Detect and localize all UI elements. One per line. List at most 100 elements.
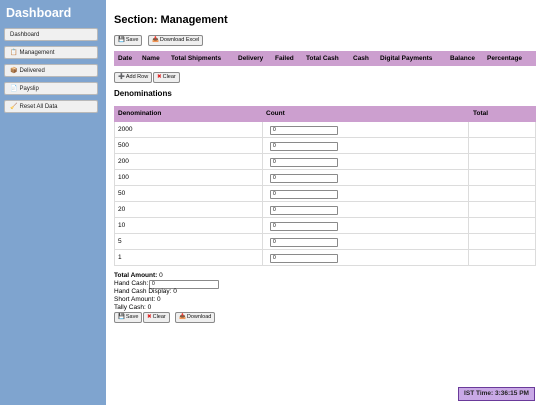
- table-row: 50 0: [114, 186, 536, 202]
- close-icon: ✖: [147, 314, 152, 320]
- download-excel-label: Download Excel: [159, 37, 200, 43]
- total-amount: Total Amount: 0: [114, 272, 163, 280]
- count-input[interactable]: 0: [270, 190, 338, 199]
- clear-label: Clear: [152, 314, 166, 320]
- sidebar: Dashboard Dashboard 📋 Management 📦 Deliver…: [0, 0, 106, 405]
- tally-cash: Tally Cash: 0: [114, 304, 151, 312]
- table-border: [262, 122, 263, 266]
- count-input[interactable]: 0: [270, 254, 338, 263]
- download-label: Download: [186, 314, 212, 320]
- total-amount-label: Total Amount:: [114, 272, 158, 279]
- table-row: 20 0: [114, 202, 536, 218]
- denomination-value: 5: [118, 238, 122, 245]
- ist-time-badge: IST Time: 3:36:15 PM: [458, 387, 535, 401]
- short-amount-value: 0: [157, 296, 161, 303]
- table-row: 2000 0: [114, 122, 536, 138]
- column-header: Total: [473, 110, 489, 117]
- denomination-value: 100: [118, 174, 129, 181]
- tally-cash-label: Tally Cash:: [114, 304, 146, 311]
- column-header: Balance: [450, 55, 475, 62]
- save-button-label: Save: [125, 37, 139, 43]
- denomination-value: 1: [118, 254, 122, 261]
- close-icon: ✖: [157, 74, 162, 80]
- hand-cash-display: Hand Cash Display: 0: [114, 288, 177, 296]
- column-header: Total Shipments: [171, 55, 222, 62]
- download-icon: 📥: [179, 314, 186, 320]
- hand-cash-label: Hand Cash:: [114, 280, 149, 287]
- count-input[interactable]: 0: [270, 238, 338, 247]
- denomination-value: 20: [118, 206, 126, 213]
- clear-button[interactable]: ✖Clear: [153, 72, 180, 83]
- package-icon: 📦: [10, 68, 18, 74]
- denomination-value: 500: [118, 142, 129, 149]
- data-table-header: Date Name Total Shipments Delivery Faile…: [114, 51, 536, 66]
- table-row: 100 0: [114, 170, 536, 186]
- save-label: Save: [125, 314, 139, 320]
- sidebar-item-label: Payslip: [19, 86, 39, 92]
- column-header: Date: [118, 55, 133, 62]
- download-icon: 📥: [152, 37, 159, 43]
- sidebar-item-label: Dashboard: [10, 32, 40, 38]
- sidebar-item-management[interactable]: 📋 Management: [4, 46, 98, 59]
- hand-cash-display-value: 0: [173, 288, 177, 295]
- table-border: [114, 122, 115, 266]
- sidebar-item-dashboard[interactable]: Dashboard: [4, 28, 98, 41]
- clear-label: Clear: [162, 74, 176, 80]
- download-excel-button[interactable]: 📥Download Excel: [148, 35, 204, 46]
- broom-icon: 🧹: [10, 104, 18, 110]
- sidebar-item-delivered[interactable]: 📦 Delivered: [4, 64, 98, 77]
- table-border: [468, 122, 469, 266]
- column-header: Percentage: [487, 55, 523, 62]
- sidebar-item-payslip[interactable]: 📄 Payslip: [4, 82, 98, 95]
- column-header: Digital Payments: [380, 55, 433, 62]
- count-input[interactable]: 0: [270, 158, 338, 167]
- column-header: Failed: [275, 55, 294, 62]
- clipboard-icon: 📋: [10, 50, 18, 56]
- sidebar-item-reset-all-data[interactable]: 🧹 Reset All Data: [4, 100, 98, 113]
- short-amount: Short Amount: 0: [114, 296, 161, 304]
- add-row-label: Add Row: [125, 74, 149, 80]
- floppy-disk-icon: 💾: [118, 37, 125, 43]
- table-row: 500 0: [114, 138, 536, 154]
- denominations-table-header: Denomination Count Total: [114, 106, 536, 122]
- document-icon: 📄: [10, 86, 18, 92]
- column-header: Delivery: [238, 55, 264, 62]
- count-input[interactable]: 0: [270, 206, 338, 215]
- total-amount-value: 0: [159, 272, 163, 279]
- sidebar-title: Dashboard: [6, 6, 72, 20]
- denominations-title: Denominations: [114, 89, 172, 98]
- column-header: Cash: [353, 55, 369, 62]
- denomination-value: 200: [118, 158, 129, 165]
- table-row: 200 0: [114, 154, 536, 170]
- short-amount-label: Short Amount:: [114, 296, 156, 303]
- column-header: Count: [266, 110, 285, 117]
- plus-icon: ➕: [118, 74, 125, 80]
- denomination-value: 10: [118, 222, 126, 229]
- table-border: [535, 122, 536, 266]
- save-button[interactable]: 💾Save: [114, 35, 143, 46]
- count-input[interactable]: 0: [270, 174, 338, 183]
- sidebar-item-label: Management: [19, 50, 55, 56]
- column-header: Total Cash: [306, 55, 339, 62]
- column-header: Denomination: [118, 110, 162, 117]
- table-row: 10 0: [114, 218, 536, 234]
- denomination-value: 50: [118, 190, 126, 197]
- sidebar-item-label: Reset All Data: [19, 104, 58, 110]
- floppy-disk-icon: 💾: [118, 314, 125, 320]
- tally-cash-value: 0: [147, 304, 152, 311]
- add-row-button[interactable]: ➕Add Row: [114, 72, 153, 83]
- summary-save-button[interactable]: 💾Save: [114, 312, 143, 323]
- count-input[interactable]: 0: [270, 126, 338, 135]
- hand-cash-display-label: Hand Cash Display:: [114, 288, 172, 295]
- table-row: 1 0: [114, 250, 536, 266]
- page-title: Section: Management: [114, 14, 228, 26]
- summary-clear-button[interactable]: ✖Clear: [143, 312, 170, 323]
- table-row: 5 0: [114, 234, 536, 250]
- count-input[interactable]: 0: [270, 222, 338, 231]
- sidebar-item-label: Delivered: [19, 68, 45, 74]
- main-content: Section: Management 💾Save 📥Download Exce…: [106, 0, 540, 405]
- column-header: Name: [142, 55, 160, 62]
- denomination-value: 2000: [118, 126, 133, 133]
- count-input[interactable]: 0: [270, 142, 338, 151]
- summary-download-button[interactable]: 📥Download: [175, 312, 216, 323]
